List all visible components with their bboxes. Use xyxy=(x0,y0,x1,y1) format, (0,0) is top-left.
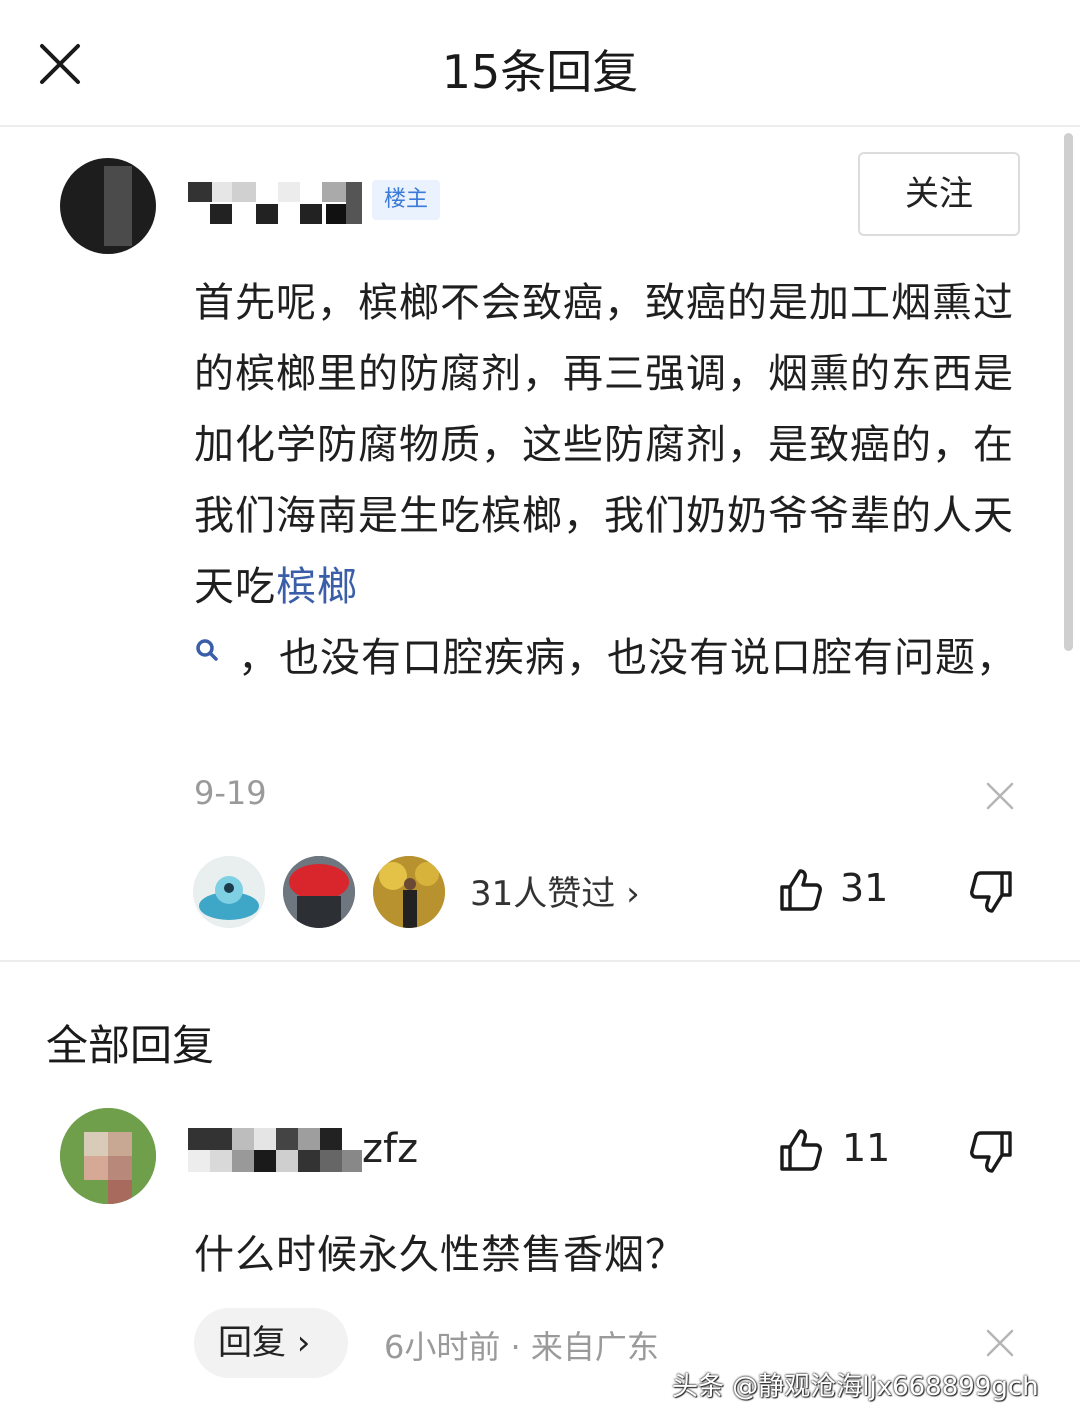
search-icon[interactable] xyxy=(194,637,220,663)
scrollbar[interactable] xyxy=(1064,133,1073,651)
section-title: 全部回复 xyxy=(46,1021,215,1070)
avatar[interactable] xyxy=(60,1108,156,1204)
page-title: 15条回复 xyxy=(441,45,639,99)
reply-text: 什么时候永久性禁售香烟？ xyxy=(194,1232,686,1278)
like-count: 11 xyxy=(842,1126,891,1170)
comment-date: 9-19 xyxy=(194,774,267,812)
avatar[interactable] xyxy=(60,158,156,254)
liker-avatar[interactable] xyxy=(373,856,445,928)
follow-button[interactable]: 关注 xyxy=(858,152,1020,236)
watermark: 头条 @静观沧海ljx668899gch xyxy=(672,1372,1039,1402)
close-icon[interactable] xyxy=(985,781,1015,811)
reply-meta: 6小时前 · 来自广东 xyxy=(384,1328,659,1366)
thumbs-up-icon[interactable] xyxy=(778,867,824,913)
divider xyxy=(0,960,1080,962)
liker-avatar[interactable] xyxy=(283,856,355,928)
top-bar: 15条回复 xyxy=(0,0,1080,127)
thumbs-up-icon[interactable] xyxy=(778,1127,824,1173)
thumbs-down-icon[interactable] xyxy=(968,1129,1014,1175)
like-count: 31 xyxy=(840,866,889,910)
reply-button[interactable]: 回复 › xyxy=(194,1308,348,1378)
likes-summary[interactable]: 31人赞过 › xyxy=(470,866,640,915)
reply-username[interactable]: zfz xyxy=(362,1126,418,1172)
comment-text: 首先呢，槟榔不会致癌，致癌的是加工烟熏过的槟榔里的防腐剂，再三强调，烟熏的东西是… xyxy=(194,280,1017,681)
host-badge: 楼主 xyxy=(372,180,440,220)
close-icon[interactable] xyxy=(985,1328,1015,1358)
thumbs-down-icon[interactable] xyxy=(968,869,1014,915)
keyword-link[interactable]: 槟榔 xyxy=(276,564,358,610)
liker-avatar[interactable] xyxy=(193,856,265,928)
